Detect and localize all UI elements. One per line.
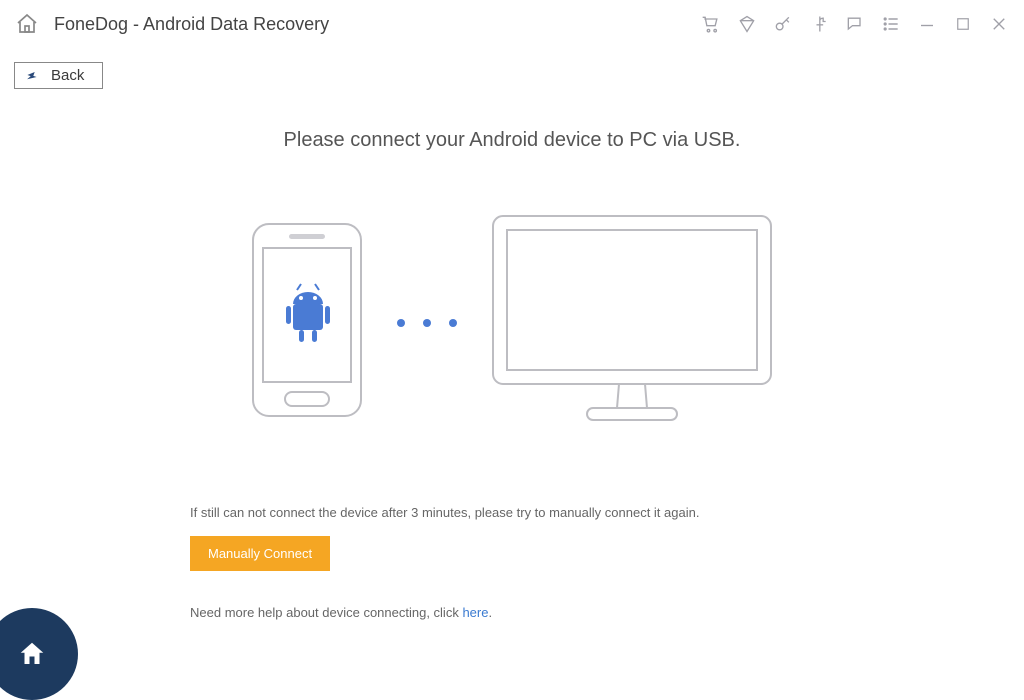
menu-icon[interactable] bbox=[880, 13, 902, 35]
diamond-icon[interactable] bbox=[736, 13, 758, 35]
back-arrow-icon bbox=[25, 69, 39, 83]
cart-icon[interactable] bbox=[700, 13, 722, 35]
help-text: Need more help about device connecting, … bbox=[190, 605, 890, 620]
help-suffix: . bbox=[488, 605, 492, 620]
close-icon[interactable] bbox=[988, 13, 1010, 35]
maximize-icon[interactable] bbox=[952, 13, 974, 35]
toolbar-icons bbox=[700, 13, 1010, 35]
key-icon[interactable] bbox=[772, 13, 794, 35]
chat-icon[interactable] bbox=[844, 13, 866, 35]
phone-icon bbox=[247, 220, 367, 425]
minimize-icon[interactable] bbox=[916, 13, 938, 35]
connect-instruction: Please connect your Android device to PC… bbox=[0, 129, 1024, 152]
floating-home-button[interactable] bbox=[0, 608, 78, 700]
title-bar: FoneDog - Android Data Recovery bbox=[0, 0, 1024, 48]
manually-connect-button[interactable]: Manually Connect bbox=[190, 536, 330, 571]
social-icon[interactable] bbox=[808, 13, 830, 35]
help-link[interactable]: here bbox=[462, 605, 488, 620]
back-button-label: Back bbox=[51, 67, 84, 84]
monitor-icon bbox=[487, 210, 777, 435]
connection-dots bbox=[397, 319, 457, 327]
back-button[interactable]: Back bbox=[14, 62, 103, 89]
connection-illustration bbox=[0, 210, 1024, 435]
retry-note: If still can not connect the device afte… bbox=[190, 505, 890, 520]
help-section: If still can not connect the device afte… bbox=[190, 505, 890, 620]
help-prefix: Need more help about device connecting, … bbox=[190, 605, 462, 620]
app-title: FoneDog - Android Data Recovery bbox=[54, 14, 329, 35]
home-icon[interactable] bbox=[14, 11, 40, 37]
